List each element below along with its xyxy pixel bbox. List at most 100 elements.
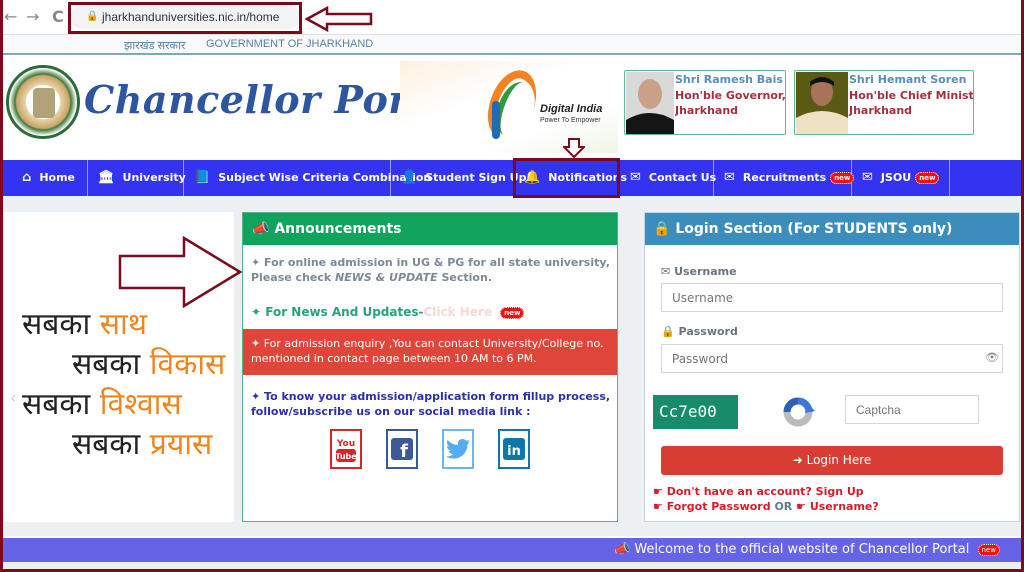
or-label: OR xyxy=(774,500,793,513)
login-title: Login Section (For STUDENTS only) xyxy=(675,221,953,237)
annotation-arrow-down-icon xyxy=(563,138,585,158)
captcha-input[interactable] xyxy=(845,395,979,424)
svg-text:You: You xyxy=(336,439,355,449)
governor-role-line1: Hon'ble Governor, xyxy=(675,89,786,102)
click-here-link[interactable]: Click Here xyxy=(424,305,493,319)
digital-india-text: Digital India xyxy=(540,103,603,115)
slogan-line-2: सबका विकास xyxy=(72,347,226,382)
linkedin-link[interactable]: in xyxy=(498,429,530,469)
facebook-icon: f xyxy=(391,438,413,460)
digital-india-banner: Digital India Power To Empower xyxy=(400,61,618,153)
back-button[interactable]: ← xyxy=(4,7,17,26)
digital-india-tagline: Power To Empower xyxy=(540,117,601,124)
nav-jsou[interactable]: ✉ JSOU new xyxy=(852,160,950,196)
nav-home[interactable]: ⌂ Home xyxy=(12,160,88,196)
slogan-line-3: सबका विश्वास xyxy=(22,387,182,422)
new-badge: new xyxy=(830,172,855,184)
annotation-arrow-right-icon xyxy=(118,236,243,308)
announcement-enquiry: ✦ For admission enquiry ,You can contact… xyxy=(243,329,617,375)
nav-signup-label: Student Sign Up xyxy=(425,171,527,184)
envelope-icon: ✉ xyxy=(862,170,873,185)
gov-english-label: GOVERNMENT OF JHARKHAND xyxy=(206,38,374,50)
lock-icon: 🔒 xyxy=(653,221,671,237)
slogan-line-1: सबका साथ xyxy=(22,307,148,342)
svg-text:in: in xyxy=(507,444,521,459)
captcha-image: Cc7e00 xyxy=(653,395,738,429)
forgot-password-link[interactable]: ☛ Forgot Password xyxy=(653,500,771,513)
hand-pointer-icon: ☛ xyxy=(653,485,663,498)
announcements-title: Announcements xyxy=(274,221,402,237)
nav-recruitments-label: Recruitments xyxy=(742,171,827,184)
nav-recruitments[interactable]: ✉ Recruitments new xyxy=(714,160,855,196)
new-badge: new xyxy=(500,306,525,319)
bullhorn-icon: 📣 xyxy=(613,542,631,557)
forgot-username-link[interactable]: ☛ Username? xyxy=(796,500,879,513)
reload-button[interactable]: C xyxy=(52,7,64,26)
user-plus-icon: 👤 xyxy=(401,170,418,185)
footer-spacer xyxy=(0,562,1024,572)
nav-contact-us[interactable]: ✉ Contact Us xyxy=(620,160,717,196)
governor-card: Shri Ramesh Bais Hon'ble Governor, Jhark… xyxy=(624,70,786,135)
bullhorn-icon: 📣 xyxy=(252,221,270,237)
announcements-header: 📣 Announcements xyxy=(243,213,617,245)
signup-link[interactable]: ☛ Don't have an account? Sign Up xyxy=(653,485,864,498)
carousel-prev-icon[interactable]: ‹ xyxy=(10,388,16,407)
nav-subject-wise-criteria[interactable]: 📘 Subject Wise Criteria Combination xyxy=(184,160,431,196)
governor-role: Hon'ble Governor, Jharkhand xyxy=(675,88,786,118)
institution-icon: 🏛 xyxy=(98,170,115,185)
browser-toolbar: ← → C 🔒 jharkhanduniversities.nic.in/hom… xyxy=(0,0,1024,35)
government-strip: झारखंड सरकार GOVERNMENT OF JHARKHAND xyxy=(0,35,1024,55)
announcement-admission: ✦ For online admission in UG & PG for al… xyxy=(251,256,610,284)
login-header: 🔒 Login Section (For STUDENTS only) xyxy=(645,213,1019,245)
envelope-icon: ✉ xyxy=(724,170,735,185)
refresh-captcha-icon[interactable] xyxy=(781,395,815,429)
facebook-link[interactable]: f xyxy=(386,429,418,469)
new-badge: new xyxy=(977,543,1000,556)
nav-student-sign-up[interactable]: 👤 Student Sign Up xyxy=(391,160,527,196)
governor-name: Shri Ramesh Bais xyxy=(675,73,783,86)
governor-role-line2: Jharkhand xyxy=(675,104,739,117)
annotation-box-notifications xyxy=(513,158,620,198)
slogan-line-4: सबका प्रयास xyxy=(72,427,213,462)
username-label: ✉ Username xyxy=(661,265,737,278)
nav-home-label: Home xyxy=(39,171,75,184)
annotation-box-url xyxy=(68,2,302,34)
marquee-text: Welcome to the official website of Chanc… xyxy=(634,542,970,557)
gov-hindi-label: झारखंड सरकार xyxy=(124,40,186,52)
password-input[interactable] xyxy=(661,344,1003,373)
home-icon: ⌂ xyxy=(22,170,32,185)
jharkhand-emblem-logo xyxy=(6,65,80,139)
login-button[interactable]: ➜ Login Here xyxy=(661,446,1003,475)
announcements-panel: 📣 Announcements ✦ For online admission i… xyxy=(242,212,618,522)
announcement-news: ✦ For News And Updates-Click Here new xyxy=(251,305,525,319)
nav-jsou-label: JSOU xyxy=(880,171,912,184)
chief-minister-name: Shri Hemant Soren xyxy=(849,73,967,86)
twitter-link[interactable] xyxy=(442,429,474,469)
new-badge: new xyxy=(915,172,940,184)
svg-text:f: f xyxy=(400,441,408,460)
forward-button[interactable]: → xyxy=(26,7,39,26)
username-input[interactable] xyxy=(661,283,1003,312)
linkedin-icon: in xyxy=(503,438,525,460)
hand-pointer-icon: ☛ xyxy=(653,500,663,513)
main-navbar: ⌂ Home 🏛 University 📘 Subject Wise Criteria… xyxy=(0,160,1024,196)
announcement-social: ✦ To know your admission/application for… xyxy=(251,390,611,418)
book-icon: 📘 xyxy=(194,170,211,185)
chief-minister-role-line1: Hon'ble Chief Ministe xyxy=(849,89,973,102)
chief-minister-role-line2: Jharkhand xyxy=(849,104,913,117)
sign-in-icon: ➜ xyxy=(792,453,803,467)
chief-minister-card: Shri Hemant Soren Hon'ble Chief Ministe … xyxy=(794,70,974,135)
nav-university[interactable]: 🏛 University xyxy=(88,160,186,196)
welcome-marquee: 📣 Welcome to the official website of Cha… xyxy=(0,538,1024,562)
youtube-link[interactable]: You Tube xyxy=(330,429,362,469)
chief-minister-role: Hon'ble Chief Ministe Jharkhand xyxy=(849,88,973,118)
login-panel: 🔒 Login Section (For STUDENTS only) ✉ Us… xyxy=(644,212,1020,522)
envelope-icon: ✉ xyxy=(661,265,671,278)
site-header: Chancellor Portal Digital India Power To… xyxy=(0,57,1024,160)
eye-icon[interactable]: 👁 xyxy=(985,351,999,364)
svg-text:Tube: Tube xyxy=(335,452,357,461)
nav-contact-label: Contact Us xyxy=(648,171,717,184)
nav-university-label: University xyxy=(122,171,186,184)
hand-pointer-icon: ☛ xyxy=(796,500,806,513)
forgot-links: ☛ Forgot Password OR ☛ Username? xyxy=(653,500,879,513)
